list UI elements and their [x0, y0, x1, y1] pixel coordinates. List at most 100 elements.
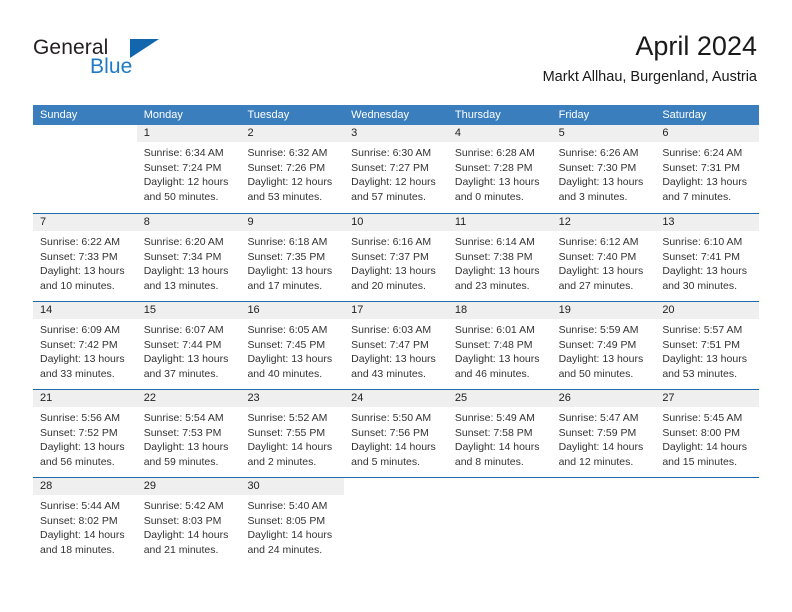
- day-cell[interactable]: 21 Sunrise: 5:56 AM Sunset: 7:52 PM Dayligh…: [33, 390, 137, 477]
- day-detail-line: Sunset: 7:56 PM: [351, 426, 429, 439]
- day-detail-line: Sunset: 7:35 PM: [247, 250, 326, 263]
- day-details: [552, 495, 656, 499]
- day-details: Sunrise: 5:50 AM Sunset: 7:56 PM Daylight:…: [344, 407, 448, 469]
- day-details: Sunrise: 5:54 AM Sunset: 7:53 PM Daylight:…: [137, 407, 241, 469]
- day-detail-line: Sunset: 7:51 PM: [662, 338, 740, 351]
- day-detail-line: Daylight: 13 hours: [558, 265, 644, 278]
- day-cell[interactable]: 9 Sunrise: 6:18 AM Sunset: 7:35 PM Daylight…: [240, 214, 345, 301]
- day-number: [344, 478, 448, 495]
- day-cell[interactable]: 7 Sunrise: 6:22 AM Sunset: 7:33 PM Daylight…: [33, 214, 137, 301]
- day-detail-line: and 23 minutes.: [454, 279, 530, 292]
- day-cell[interactable]: 15 Sunrise: 6:07 AM Sunset: 7:44 PM Dayligh…: [136, 302, 241, 389]
- day-detail-line: Sunset: 7:37 PM: [351, 250, 429, 263]
- day-cell[interactable]: 6 Sunrise: 6:24 AM Sunset: 7:31 PM Daylight…: [655, 125, 760, 213]
- day-detail-line: and 7 minutes.: [662, 190, 732, 203]
- day-detail-line: Sunrise: 5:57 AM: [662, 324, 743, 336]
- day-detail-line: Sunset: 8:02 PM: [40, 514, 118, 527]
- day-detail-line: Daylight: 13 hours: [454, 265, 540, 278]
- page-title: April 2024: [635, 31, 757, 61]
- day-detail-line: Sunset: 7:26 PM: [247, 161, 326, 174]
- day-detail-line: Sunrise: 5:59 AM: [558, 324, 639, 336]
- day-details: Sunrise: 6:14 AM Sunset: 7:38 PM Daylight:…: [448, 231, 552, 293]
- day-cell[interactable]: 19 Sunrise: 5:59 AM Sunset: 7:49 PM Dayligh…: [551, 302, 656, 389]
- day-cell[interactable]: 26 Sunrise: 5:47 AM Sunset: 7:59 PM Dayligh…: [551, 390, 656, 477]
- day-detail-line: Sunrise: 6:10 AM: [662, 236, 743, 248]
- day-details: Sunrise: 5:40 AM Sunset: 8:05 PM Daylight:…: [240, 495, 344, 557]
- day-number: [655, 478, 759, 495]
- day-detail-line: Sunset: 7:34 PM: [143, 250, 222, 263]
- day-detail-line: Sunset: 7:47 PM: [351, 338, 429, 351]
- day-cell[interactable]: 5 Sunrise: 6:26 AM Sunset: 7:30 PM Daylight…: [551, 125, 656, 213]
- day-detail-line: Sunrise: 6:20 AM: [143, 236, 224, 248]
- day-cell[interactable]: 25 Sunrise: 5:49 AM Sunset: 7:58 PM Dayligh…: [447, 390, 552, 477]
- day-cell[interactable]: 18 Sunrise: 6:01 AM Sunset: 7:48 PM Dayligh…: [447, 302, 552, 389]
- weekday-header-wednesday: Wednesday: [351, 109, 410, 121]
- day-detail-line: Sunrise: 5:52 AM: [247, 412, 328, 424]
- general-blue-logo[interactable]: General Blue: [33, 36, 193, 84]
- day-details: Sunrise: 5:56 AM Sunset: 7:52 PM Daylight:…: [33, 407, 137, 469]
- day-number: 4: [447, 125, 552, 142]
- day-cell[interactable]: 28 Sunrise: 5:44 AM Sunset: 8:02 PM Dayligh…: [33, 478, 137, 565]
- day-cell[interactable]: 13 Sunrise: 6:10 AM Sunset: 7:41 PM Dayligh…: [655, 214, 760, 301]
- day-number: 25: [447, 390, 552, 407]
- day-cell[interactable]: 16 Sunrise: 6:05 AM Sunset: 7:45 PM Dayligh…: [240, 302, 345, 389]
- day-detail-line: and 30 minutes.: [662, 279, 738, 292]
- day-detail-line: Sunrise: 5:47 AM: [558, 412, 639, 424]
- day-cell[interactable]: 22 Sunrise: 5:54 AM Sunset: 7:53 PM Dayligh…: [136, 390, 241, 477]
- day-detail-line: and 56 minutes.: [40, 455, 115, 468]
- day-cell[interactable]: 14 Sunrise: 6:09 AM Sunset: 7:42 PM Dayligh…: [33, 302, 137, 389]
- day-detail-line: Daylight: 13 hours: [143, 353, 229, 366]
- day-detail-line: Sunrise: 6:01 AM: [454, 324, 535, 336]
- day-details: Sunrise: 5:52 AM Sunset: 7:55 PM Daylight:…: [240, 407, 344, 469]
- day-cell[interactable]: 30 Sunrise: 5:40 AM Sunset: 8:05 PM Dayligh…: [240, 478, 345, 565]
- day-cell[interactable]: 2 Sunrise: 6:32 AM Sunset: 7:26 PM Daylight…: [240, 125, 345, 213]
- day-cell[interactable]: 3 Sunrise: 6:30 AM Sunset: 7:27 PM Daylight…: [344, 125, 448, 213]
- day-cell[interactable]: 8 Sunrise: 6:20 AM Sunset: 7:34 PM Daylight…: [136, 214, 241, 301]
- day-detail-line: Daylight: 14 hours: [662, 441, 747, 454]
- day-cell[interactable]: 24 Sunrise: 5:50 AM Sunset: 7:56 PM Dayligh…: [344, 390, 448, 477]
- day-number: 17: [344, 302, 448, 319]
- day-number: 1: [136, 125, 241, 142]
- day-detail-line: Sunset: 7:33 PM: [40, 250, 118, 263]
- day-details: Sunrise: 5:47 AM Sunset: 7:59 PM Daylight:…: [552, 407, 656, 469]
- day-details: Sunrise: 6:01 AM Sunset: 7:48 PM Daylight:…: [448, 319, 552, 381]
- day-detail-line: and 53 minutes.: [247, 190, 323, 203]
- day-detail-line: and 18 minutes.: [40, 543, 115, 556]
- day-detail-line: Sunrise: 6:05 AM: [247, 324, 328, 336]
- day-cell[interactable]: 20 Sunrise: 5:57 AM Sunset: 7:51 PM Dayligh…: [655, 302, 760, 389]
- day-detail-line: and 43 minutes.: [351, 367, 426, 380]
- day-details: Sunrise: 6:03 AM Sunset: 7:47 PM Daylight:…: [344, 319, 448, 381]
- day-detail-line: Sunrise: 5:50 AM: [351, 412, 432, 424]
- day-detail-line: Daylight: 13 hours: [247, 265, 333, 278]
- day-cell[interactable]: 27 Sunrise: 5:45 AM Sunset: 8:00 PM Dayligh…: [655, 390, 760, 477]
- day-detail-line: and 40 minutes.: [247, 367, 323, 380]
- day-number: 11: [447, 214, 552, 231]
- day-cell[interactable]: 23 Sunrise: 5:52 AM Sunset: 7:55 PM Dayligh…: [240, 390, 345, 477]
- day-detail-line: Sunset: 7:44 PM: [143, 338, 222, 351]
- day-detail-line: and 8 minutes.: [454, 455, 524, 468]
- weekday-header-sunday: Sunday: [40, 109, 78, 121]
- day-detail-line: Sunset: 7:45 PM: [247, 338, 326, 351]
- day-details: Sunrise: 5:44 AM Sunset: 8:02 PM Daylight:…: [33, 495, 137, 557]
- day-cell[interactable]: 11 Sunrise: 6:14 AM Sunset: 7:38 PM Dayligh…: [447, 214, 552, 301]
- day-cell[interactable]: 29 Sunrise: 5:42 AM Sunset: 8:03 PM Dayligh…: [136, 478, 241, 565]
- day-cell-empty: [344, 478, 448, 565]
- day-details: Sunrise: 6:26 AM Sunset: 7:30 PM Daylight:…: [552, 142, 656, 204]
- day-detail-line: and 37 minutes.: [143, 367, 219, 380]
- day-cell[interactable]: 1 Sunrise: 6:34 AM Sunset: 7:24 PM Daylight…: [136, 125, 241, 213]
- calendar-grid: Sunday Monday Tuesday Wednesday Thursday Frid…: [33, 105, 760, 565]
- day-detail-line: Sunset: 7:52 PM: [40, 426, 118, 439]
- day-detail-line: and 50 minutes.: [143, 190, 219, 203]
- calendar-weeks: 1 Sunrise: 6:34 AM Sunset: 7:24 PM Daylight…: [33, 125, 760, 565]
- day-detail-line: and 13 minutes.: [143, 279, 219, 292]
- day-cell[interactable]: 4 Sunrise: 6:28 AM Sunset: 7:28 PM Daylight…: [447, 125, 552, 213]
- day-detail-line: Daylight: 14 hours: [454, 441, 540, 454]
- calendar-week-row: 21 Sunrise: 5:56 AM Sunset: 7:52 PM Dayligh…: [33, 389, 760, 477]
- day-cell-empty: [448, 478, 552, 565]
- day-cell[interactable]: 10 Sunrise: 6:16 AM Sunset: 7:37 PM Dayligh…: [344, 214, 448, 301]
- day-detail-line: Sunrise: 5:56 AM: [40, 412, 120, 424]
- day-number: [552, 478, 656, 495]
- day-detail-line: Sunrise: 5:49 AM: [454, 412, 535, 424]
- day-cell[interactable]: 12 Sunrise: 6:12 AM Sunset: 7:40 PM Dayligh…: [551, 214, 656, 301]
- day-cell[interactable]: 17 Sunrise: 6:03 AM Sunset: 7:47 PM Dayligh…: [344, 302, 448, 389]
